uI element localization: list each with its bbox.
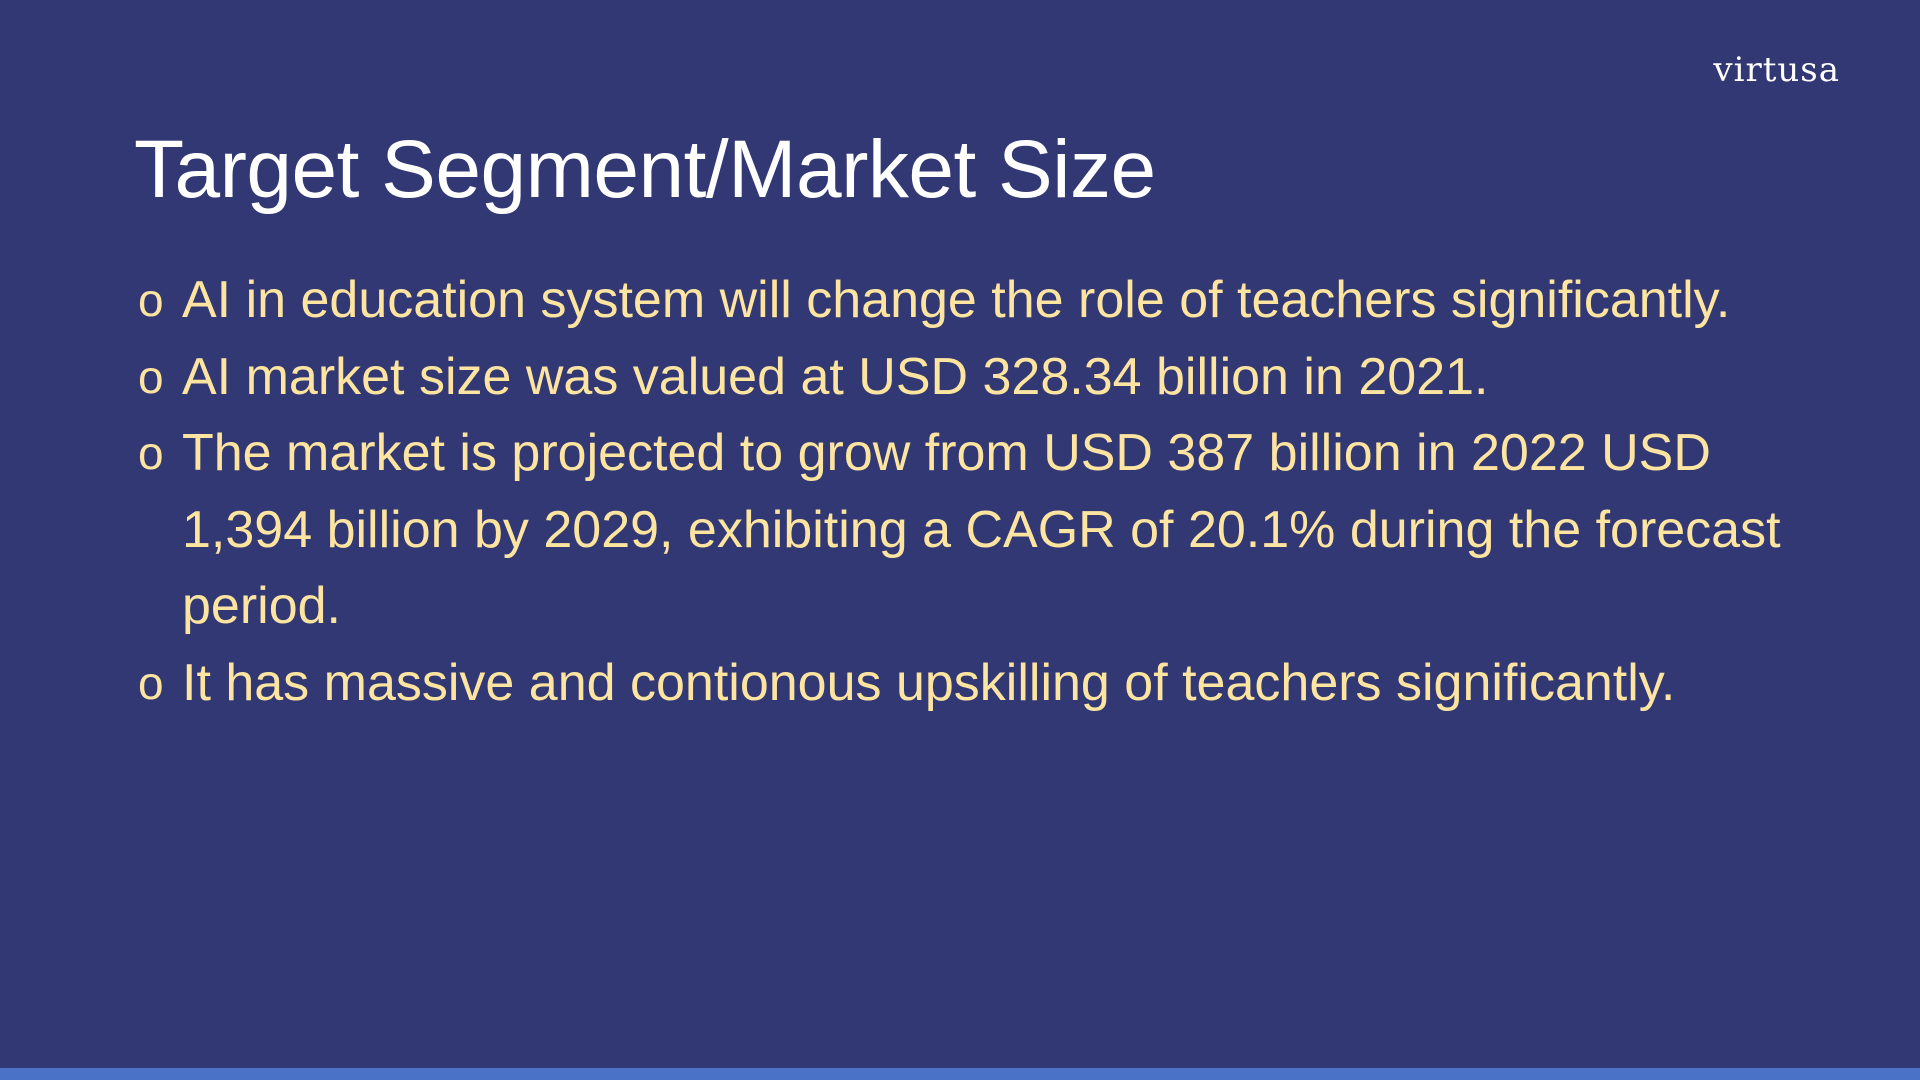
bullet-circle-icon: o [138,427,164,479]
bullet-list: o AI in education system will change the… [138,262,1798,721]
bullet-text: AI in education system will change the r… [182,271,1731,329]
slide-title: Target Segment/Market Size [134,124,1156,215]
bullet-item: o The market is projected to grow from U… [138,415,1798,645]
bullet-circle-icon: o [138,350,164,403]
bullet-text: It has massive and contionous upskilling… [182,653,1676,712]
slide: virtusa Target Segment/Market Size o AI … [0,0,1920,1080]
bullet-text: AI market size was valued at USD 328.34 … [182,347,1489,406]
virtusa-logo: virtusa [1713,50,1840,90]
bullet-circle-icon: o [138,274,164,326]
bullet-item: o AI in education system will change the… [138,262,1798,339]
bullet-item: o AI market size was valued at USD 328.3… [138,339,1798,416]
bottom-accent-bar [0,1068,1920,1080]
bullet-circle-icon: o [138,656,164,709]
bullet-item: o It has massive and contionous upskilli… [138,645,1798,722]
bullet-text: The market is projected to grow from USD… [182,424,1781,635]
